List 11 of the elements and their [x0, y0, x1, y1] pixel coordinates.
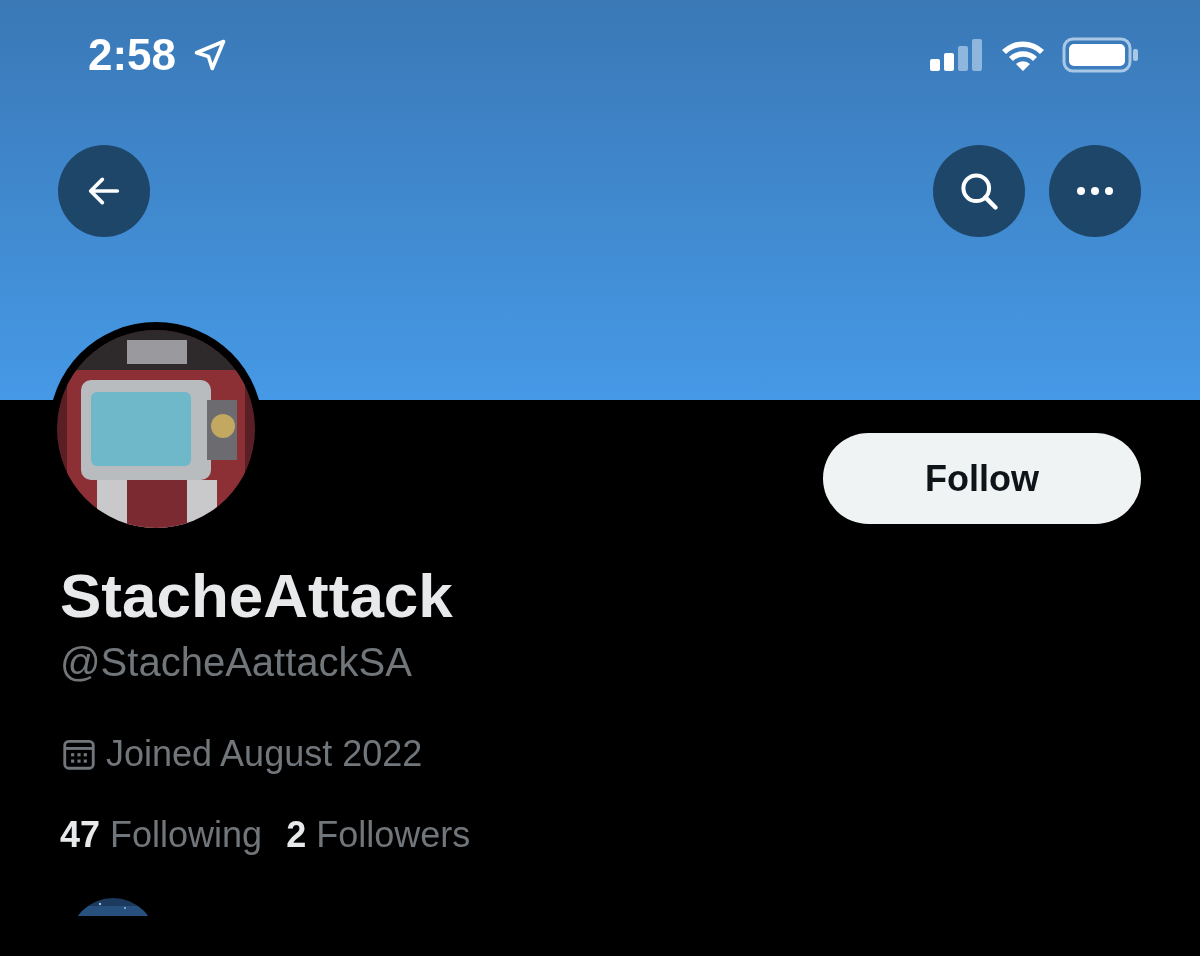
stat-link[interactable]: 2 Followers [286, 813, 471, 857]
profile-name: StacheAttack [60, 562, 454, 631]
follow-button[interactable]: Follow [823, 433, 1141, 524]
wifi-icon [1000, 38, 1046, 72]
joined-date: Joined August 2022 [106, 732, 423, 776]
profile-handle: @StacheAattackSA [60, 639, 413, 687]
battery-icon [1062, 37, 1140, 73]
stat-link[interactable]: 47 Following [60, 813, 263, 857]
more-icon [1075, 186, 1115, 196]
status-time: 2:58 [88, 33, 177, 77]
signal-icon [930, 39, 984, 71]
